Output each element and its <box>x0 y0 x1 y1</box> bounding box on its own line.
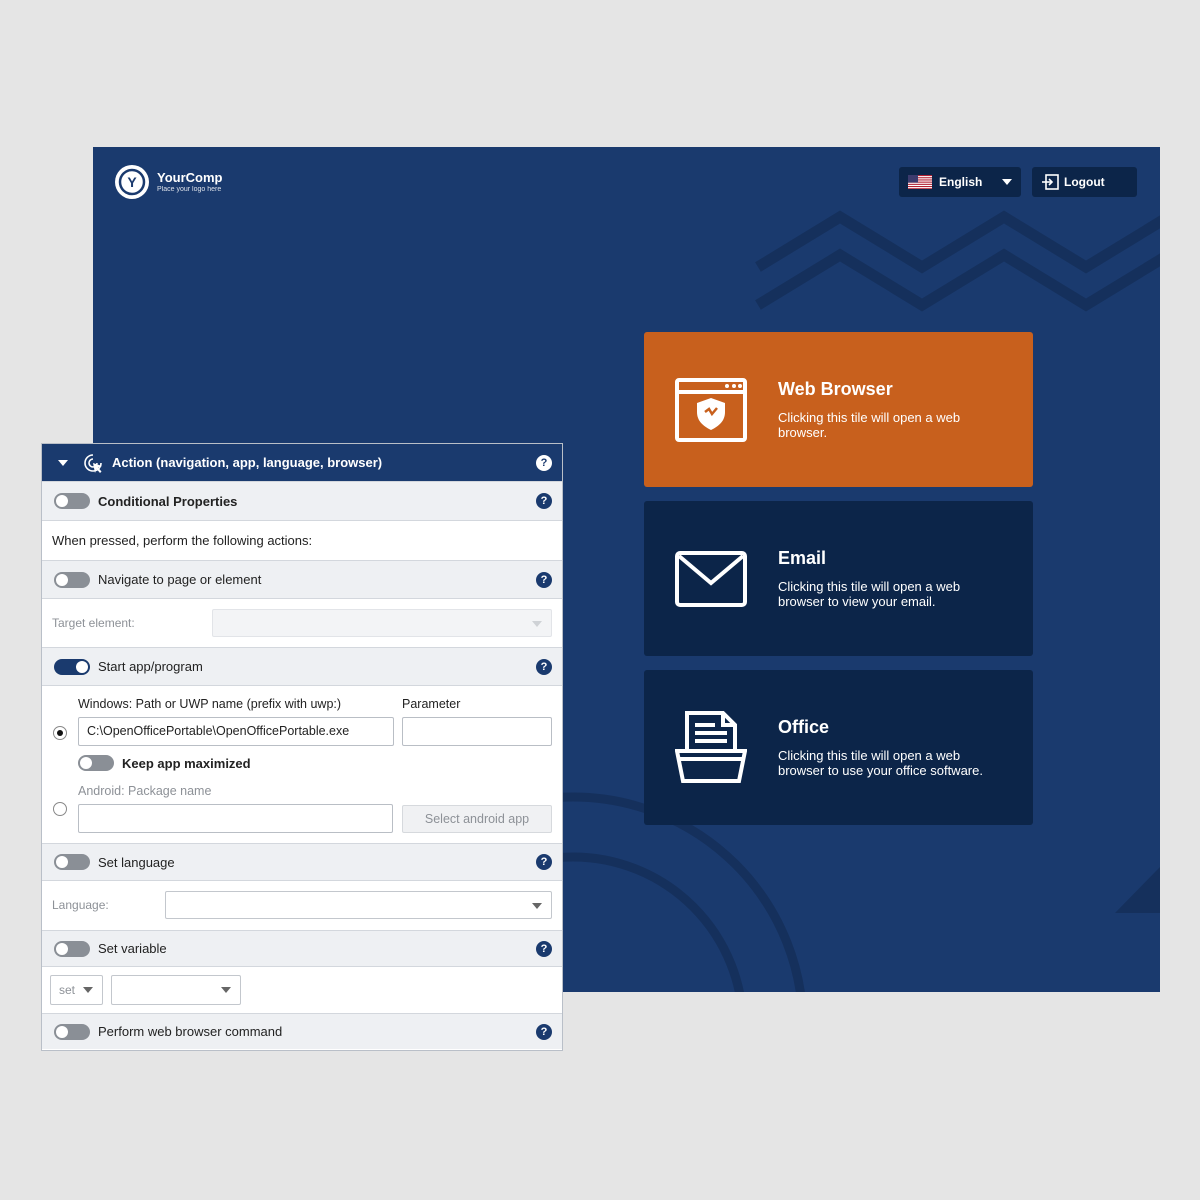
keep-maximized-toggle[interactable] <box>78 755 114 771</box>
windows-path-label: Windows: Path or UWP name (prefix with u… <box>78 697 342 711</box>
envelope-icon <box>675 550 747 607</box>
panel-header[interactable]: Action (navigation, app, language, brows… <box>42 444 562 481</box>
company-logo: Y YourComp Place your logo here <box>115 165 222 199</box>
start-app-row: Start app/program ? <box>42 647 562 685</box>
start-app-label: Start app/program <box>98 659 203 674</box>
tile-description: Clicking this tile will open a web brows… <box>778 579 961 609</box>
conditional-properties-label: Conditional Properties <box>98 493 238 509</box>
windows-radio[interactable] <box>53 726 67 740</box>
conditional-properties-row: Conditional Properties ? <box>42 481 562 520</box>
android-radio[interactable] <box>53 802 67 816</box>
variable-mode-value: set <box>59 983 76 997</box>
help-icon[interactable]: ? <box>536 658 552 675</box>
chevron-down-icon <box>532 621 542 627</box>
pointer-click-icon <box>84 453 102 473</box>
browser-command-toggle[interactable] <box>54 1023 90 1040</box>
browser-shield-icon <box>675 377 747 442</box>
language-select[interactable] <box>165 891 552 919</box>
logout-button[interactable]: Logout <box>1032 167 1137 197</box>
select-android-app-button[interactable]: Select android app <box>402 805 552 833</box>
collapse-caret-icon[interactable] <box>58 459 68 466</box>
language-label: English <box>939 175 983 189</box>
keep-maximized-label: Keep app maximized <box>122 756 251 771</box>
language-dropdown[interactable]: English <box>899 167 1021 197</box>
set-variable-label: Set variable <box>98 941 167 956</box>
start-app-details: Windows: Path or UWP name (prefix with u… <box>42 685 562 843</box>
document-tray-icon <box>675 710 747 783</box>
help-icon[interactable]: ? <box>536 940 552 957</box>
tile-title: Web Browser <box>778 379 893 399</box>
us-flag-icon <box>908 175 932 189</box>
tile-email[interactable]: Email Clicking this tile will open a web… <box>644 501 1033 656</box>
help-icon[interactable]: ? <box>536 1023 552 1040</box>
parameter-label: Parameter <box>402 697 461 711</box>
chevron-down-icon <box>83 987 93 993</box>
tile-description: Clicking this tile will open a web brows… <box>778 410 961 440</box>
help-icon[interactable]: ? <box>536 493 552 509</box>
target-element-row: Target element: <box>42 598 562 647</box>
help-icon[interactable]: ? <box>536 854 552 870</box>
instruction-row: When pressed, perform the following acti… <box>42 520 562 560</box>
chevron-down-icon <box>1002 179 1012 185</box>
panel-title: Action (navigation, app, language, brows… <box>112 455 383 470</box>
action-properties-panel: Action (navigation, app, language, brows… <box>41 443 563 1051</box>
set-language-row: Set language ? <box>42 843 562 880</box>
chevron-down-icon <box>532 903 542 909</box>
windows-path-input[interactable]: C:\OpenOfficePortable\OpenOfficePortable… <box>78 717 394 746</box>
language-field-row: Language: <box>42 880 562 930</box>
browser-command-row: Perform web browser command ? <box>42 1013 562 1049</box>
variable-mode-select[interactable]: set <box>50 975 103 1005</box>
help-icon[interactable]: ? <box>536 454 552 471</box>
android-package-input[interactable] <box>78 804 393 833</box>
tile-office[interactable]: Office Clicking this tile will open a we… <box>644 670 1033 825</box>
browser-command-label: Perform web browser command <box>98 1024 283 1039</box>
navigate-row: Navigate to page or element ? <box>42 560 562 598</box>
tile-title: Email <box>778 548 827 568</box>
parameter-input[interactable] <box>402 717 552 746</box>
set-variable-toggle[interactable] <box>54 940 90 957</box>
android-package-label: Android: Package name <box>78 784 212 798</box>
svg-text:Y: Y <box>127 174 137 190</box>
tile-title: Office <box>778 717 830 737</box>
tile-web-browser[interactable]: Web Browser Clicking this tile will open… <box>644 332 1033 487</box>
logout-label: Logout <box>1064 175 1105 189</box>
set-language-label: Set language <box>98 854 175 870</box>
language-field-label: Language: <box>52 898 109 912</box>
help-icon[interactable]: ? <box>536 571 552 588</box>
target-element-select[interactable] <box>212 609 552 637</box>
instruction-text: When pressed, perform the following acti… <box>52 533 313 548</box>
navigate-label: Navigate to page or element <box>98 572 262 587</box>
set-variable-row: Set variable ? <box>42 930 562 966</box>
variable-fields-row: set <box>42 966 562 1013</box>
logo-name: YourComp <box>157 169 223 185</box>
tile-description: Clicking this tile will open a web brows… <box>778 748 983 778</box>
variable-name-select[interactable] <box>111 975 241 1005</box>
conditional-properties-toggle[interactable] <box>54 493 90 509</box>
set-language-toggle[interactable] <box>54 854 90 870</box>
start-app-toggle[interactable] <box>54 658 90 675</box>
navigate-toggle[interactable] <box>54 571 90 588</box>
chevron-down-icon <box>221 987 231 993</box>
logout-icon <box>1042 174 1059 190</box>
target-element-label: Target element: <box>52 616 135 630</box>
logo-mark-icon: Y <box>115 165 149 199</box>
logo-tagline: Place your logo here <box>157 185 222 193</box>
